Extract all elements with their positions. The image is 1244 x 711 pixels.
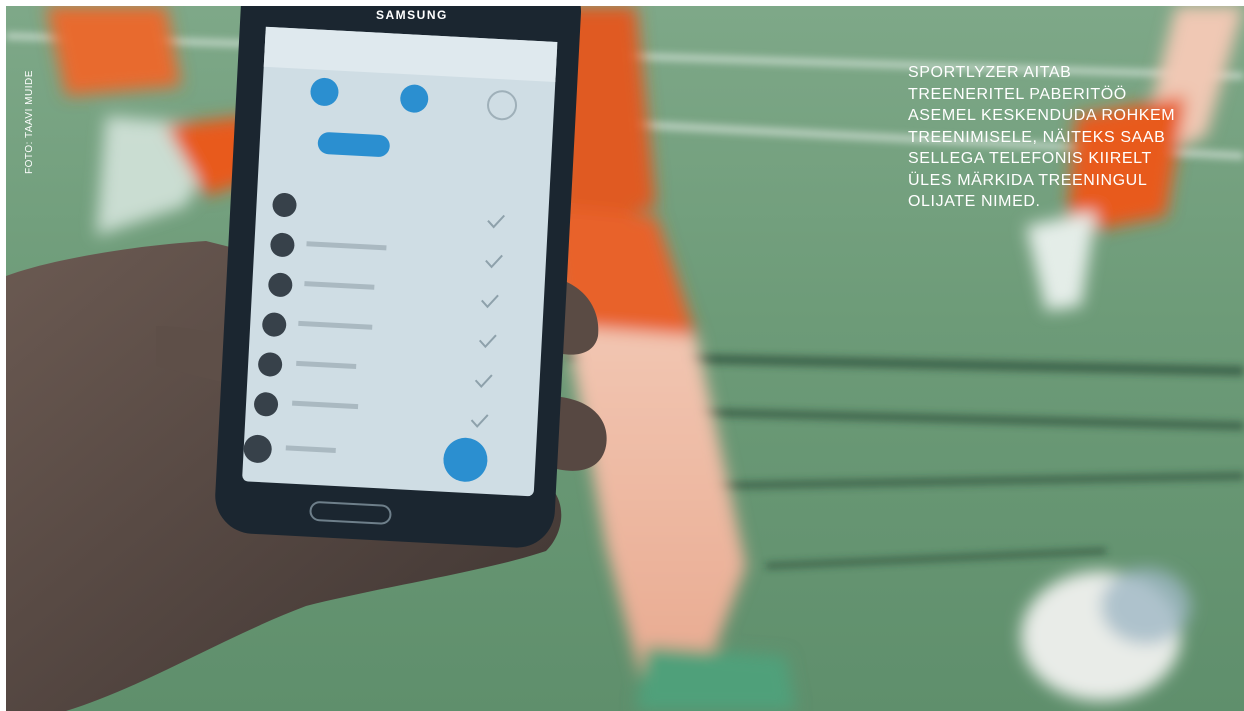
caption-line: SELLEGA TELEFONIS KIIRELT: [908, 150, 1152, 167]
phone: [215, 6, 582, 548]
caption-line: ASEMEL KESKENDUDA ROHKEM: [908, 107, 1176, 124]
ball: [1021, 568, 1191, 701]
caption-line: OLIJATE NIMED.: [908, 193, 1041, 210]
photo-caption: SPORTLYZER AITAB TREENERITEL PABERITÖÖ A…: [908, 62, 1238, 213]
caption-line: TREENERITEL PABERITÖÖ: [908, 85, 1127, 103]
photo-credit: FOTO: TAAVI MUIDE: [24, 70, 35, 174]
photo: SAMSUNG FOTO: TAAVI MUIDE SPORTLYZER AIT…: [6, 6, 1244, 711]
phone-brand: SAMSUNG: [376, 8, 448, 22]
caption-line: ÜLES MÄRKIDA TREENINGUL: [908, 171, 1148, 189]
caption-line: SPORTLYZER AITAB: [908, 64, 1072, 81]
caption-line: TREENIMISELE, NÄITEKS SAAB: [908, 128, 1166, 146]
